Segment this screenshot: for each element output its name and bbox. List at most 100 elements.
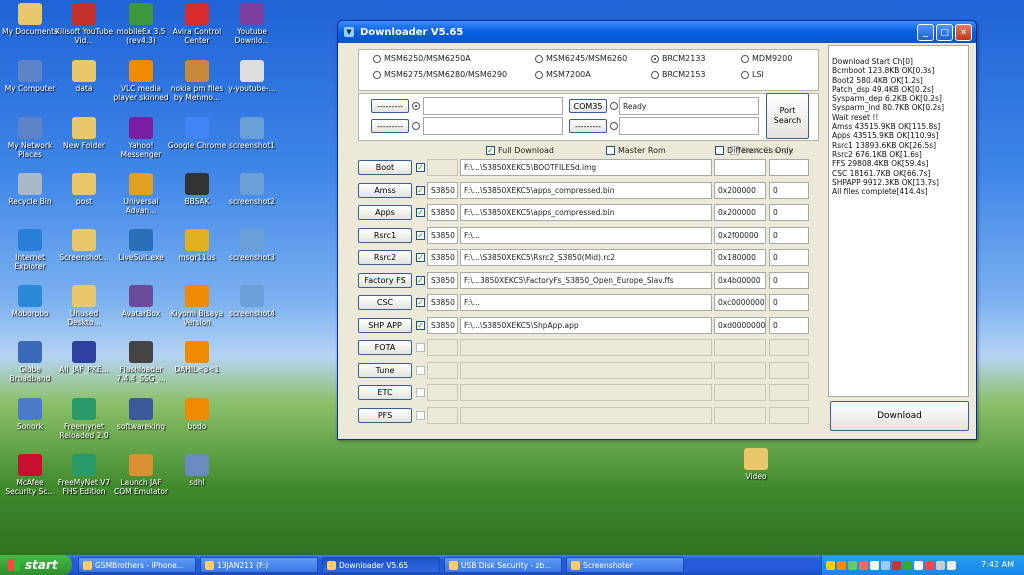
chipset-radio[interactable]: LSI — [741, 70, 764, 79]
desktop-icon[interactable]: y-youtube-... — [222, 60, 282, 93]
file-select-button[interactable]: Amss — [358, 182, 412, 198]
desktop-icon[interactable]: Kiyomi Bisaya Version — [167, 285, 227, 327]
desktop-icon[interactable]: Internet Explorer — [0, 229, 60, 271]
master-rom-checkbox[interactable] — [606, 146, 615, 155]
path-field[interactable]: F:\... — [460, 294, 712, 311]
file-select-button[interactable]: SHP APP — [358, 317, 412, 333]
minimize-button[interactable]: _ — [917, 24, 934, 41]
download-button[interactable]: Download — [830, 401, 969, 431]
desktop-icon[interactable]: Screenshot... — [54, 229, 114, 262]
desktop-icon[interactable]: Avira Control Center — [167, 3, 227, 45]
chipset-radio[interactable]: MSM7200A — [535, 70, 591, 79]
desktop-icon[interactable]: Video — [726, 448, 786, 481]
row-checkbox[interactable]: ✓ — [416, 298, 425, 307]
desktop-icon[interactable]: DAHIL<3<1 — [167, 341, 227, 374]
chipset-radio[interactable]: BRCM2133 — [651, 54, 706, 63]
desktop-icon[interactable]: screenshot2 — [222, 173, 282, 206]
desktop-icon[interactable]: New Folder — [54, 117, 114, 150]
desktop-icon[interactable]: Moborobo — [0, 285, 60, 318]
port-button-1[interactable]: --------- — [371, 99, 409, 113]
file-select-button[interactable]: Rsrc1 — [358, 227, 412, 243]
path-field[interactable]: F:\...3850XEKC5\FactoryFs_S3850_Open_Eur… — [460, 271, 712, 289]
desktop-icon[interactable]: My Computer — [0, 60, 60, 93]
tray-icon-5[interactable] — [870, 560, 879, 570]
desktop-icon[interactable]: softwareking — [111, 398, 171, 431]
row-checkbox[interactable]: ✓ — [416, 163, 425, 172]
desktop-icon[interactable]: Google Chrome — [167, 117, 227, 150]
desktop-icon[interactable]: Recycle Bin — [0, 173, 60, 206]
port-search-button[interactable]: Port Search — [766, 93, 809, 139]
desktop-icon[interactable]: BBSAK — [167, 173, 227, 206]
desktop-icon[interactable]: FreeMyNet V7 FHS Edition — [54, 454, 114, 496]
desktop-icon[interactable]: screenshot4 — [222, 285, 282, 318]
file-select-button[interactable]: Boot — [358, 160, 412, 175]
start-button[interactable]: start — [0, 555, 72, 575]
desktop-icon[interactable]: McAfee Security Sc... — [0, 454, 60, 496]
tray-icon-12[interactable] — [947, 560, 956, 570]
file-select-button[interactable]: Apps — [358, 205, 412, 220]
taskbar-task[interactable]: Downloader V5.65 — [322, 557, 440, 573]
tray-icon-4[interactable] — [859, 560, 868, 570]
desktop-icon[interactable]: My Network Places — [0, 117, 60, 159]
path-field[interactable]: F:\... — [460, 226, 712, 244]
file-select-button[interactable]: CSC — [358, 295, 412, 310]
close-button[interactable]: ✕ — [955, 24, 972, 41]
tray-icon-3[interactable] — [848, 560, 857, 570]
tray-icon-7[interactable] — [892, 560, 901, 570]
desktop-icon[interactable]: Launch JAF COM Emulator — [111, 454, 171, 496]
row-checkbox[interactable] — [416, 410, 425, 420]
desktop-icon[interactable]: data — [54, 60, 114, 93]
file-select-button[interactable]: ETC — [358, 385, 412, 400]
row-checkbox[interactable] — [416, 365, 425, 375]
taskbar-task[interactable]: Screenshoter — [566, 557, 684, 573]
desktop-icon[interactable]: sdhl — [167, 454, 227, 487]
path-field[interactable] — [460, 361, 712, 379]
chipset-radio[interactable]: BRCM2153 — [651, 70, 706, 79]
row-checkbox[interactable]: ✓ — [416, 275, 425, 285]
taskbar-task[interactable]: 13JAN211 (F:) — [200, 557, 318, 573]
chipset-radio[interactable]: MSM6245/MSM6260 — [535, 54, 627, 63]
desktop-icon[interactable]: Yahoo! Messenger — [111, 117, 171, 159]
path-field[interactable]: F:\...\S3850XEKC5\apps_compressed.bin — [460, 204, 712, 221]
tray-icon-9[interactable] — [914, 560, 923, 570]
file-select-button[interactable]: Factory FS — [358, 272, 412, 288]
row-checkbox[interactable]: ✓ — [416, 185, 425, 195]
file-select-button[interactable]: FOTA — [358, 340, 412, 355]
desktop-icon[interactable]: nokia pm files by Mehmo... — [167, 60, 227, 102]
file-select-button[interactable]: PFS — [358, 407, 412, 423]
desktop-icon[interactable]: All_JAF_PKE... — [54, 341, 114, 374]
desktop-icon[interactable]: VLC media player skinned — [111, 60, 171, 102]
port-button-2[interactable]: --------- — [371, 119, 409, 133]
chipset-radio[interactable]: MSM6250/MSM6250A — [373, 54, 471, 63]
taskbar-task[interactable]: GSMBrothers - iPhone... — [78, 557, 196, 573]
row-checkbox[interactable] — [416, 388, 425, 397]
file-select-button[interactable]: Rsrc2 — [358, 250, 412, 265]
desktop-icon[interactable]: msgr11us — [167, 229, 227, 262]
desktop-icon[interactable]: Youtube Downlo... — [222, 3, 282, 45]
tray-icon-8[interactable] — [903, 560, 912, 570]
path-field[interactable] — [460, 384, 712, 401]
row-checkbox[interactable]: ✓ — [416, 253, 425, 262]
path-field[interactable]: F:\...\S3850XEKC5\apps_compressed.bin — [460, 181, 712, 199]
desktop-icon[interactable]: My Documents — [0, 3, 60, 36]
desktop-icon[interactable]: mobileEx 3.5 (rev4.3) — [111, 3, 171, 45]
desktop-icon[interactable]: LiveSuit.exe — [111, 229, 171, 262]
desktop-icon[interactable]: Globe Broadband — [0, 341, 60, 383]
chipset-radio[interactable]: MDM9200 — [741, 54, 792, 63]
maximize-button[interactable]: □ — [936, 24, 953, 41]
port-button-3[interactable]: COM35 — [569, 99, 607, 113]
port-radio-4[interactable] — [610, 122, 618, 130]
differences-only-checkbox[interactable] — [715, 146, 724, 155]
port-button-4[interactable]: --------- — [569, 119, 607, 133]
full-download-checkbox[interactable]: ✓ — [486, 146, 495, 155]
row-checkbox[interactable] — [416, 343, 425, 352]
desktop-icon[interactable]: post — [54, 173, 114, 206]
desktop-icon[interactable]: Xilisoft YouTube Vid... — [54, 3, 114, 45]
path-field[interactable]: F:\...\S3850XEKC5\BOOTFILESd.img — [460, 159, 712, 176]
desktop-icon[interactable]: Unused Deskto... — [54, 285, 114, 327]
path-field[interactable]: F:\...\S3850XEKC5\Rsrc2_S3850(Mid).rc2 — [460, 249, 712, 266]
row-checkbox[interactable]: ✓ — [416, 208, 425, 217]
port-radio-1[interactable] — [412, 102, 420, 110]
tray-icon-2[interactable] — [837, 560, 846, 570]
file-select-button[interactable]: Tune — [358, 362, 412, 378]
